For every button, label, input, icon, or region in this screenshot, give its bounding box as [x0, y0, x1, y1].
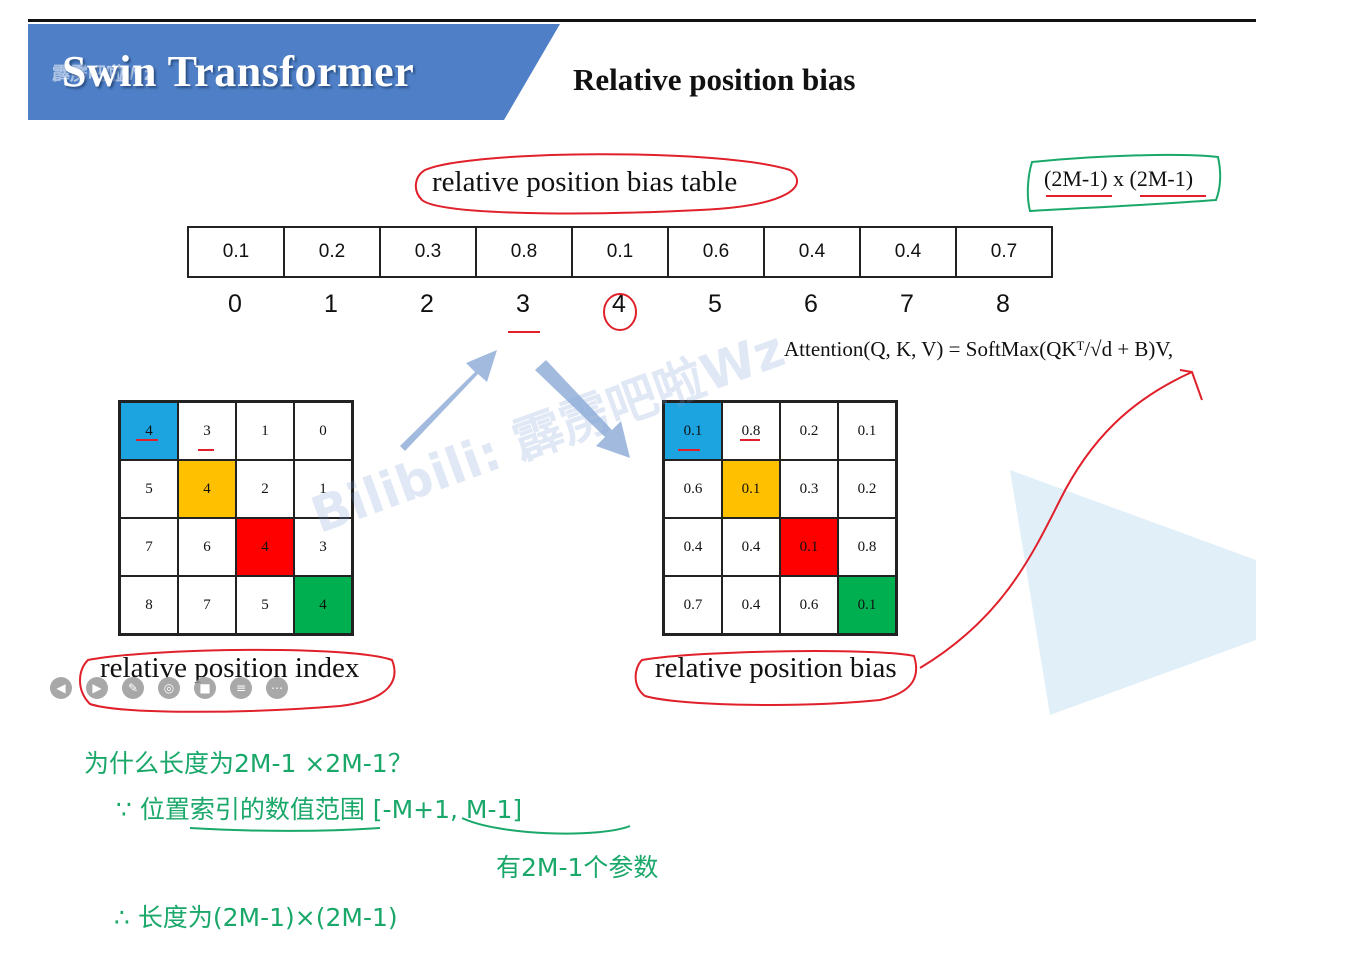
title-circle: [414, 153, 799, 215]
dims-box: [1026, 153, 1222, 213]
index-circle: [603, 293, 637, 331]
annotation-layer: [79, 153, 1222, 835]
note-underline: [189, 827, 381, 832]
up-arrow-icon: [400, 350, 497, 451]
note-bracket: [461, 817, 631, 835]
bias-label-circle: [634, 650, 918, 706]
link-curve: [919, 371, 1193, 669]
arrowhead-icon: [1179, 369, 1203, 401]
index-label-circle: [79, 648, 396, 713]
down-arrow-icon: [535, 360, 630, 458]
